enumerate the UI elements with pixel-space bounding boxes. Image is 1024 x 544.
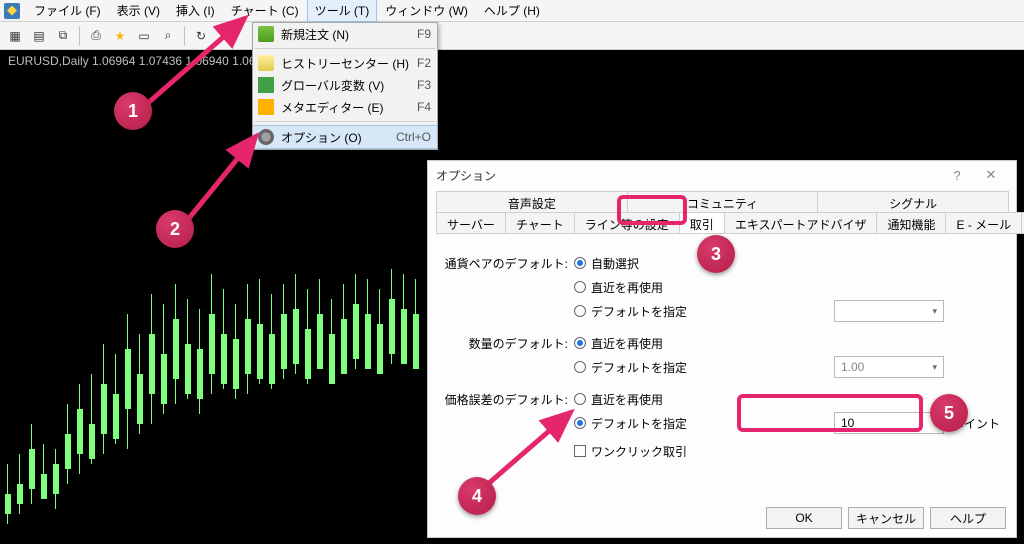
dialog-buttons: OK キャンセル ヘルプ: [766, 507, 1006, 529]
menu-item-label: オプション (O): [281, 129, 362, 146]
tools-menu-dropdown: 新規注文 (N) F9 ヒストリーセンター (H) F2 グローバル変数 (V) F3 メタ…: [252, 22, 438, 150]
tab-音声設定[interactable]: 音声設定: [436, 191, 628, 213]
menu-item-v[interactable]: グローバル変数 (V) F3: [253, 74, 437, 96]
volume-combo[interactable]: 1.00▾: [834, 356, 944, 378]
ok-button[interactable]: OK: [766, 507, 842, 529]
menu-help[interactable]: ヘルプ (H): [476, 0, 548, 22]
radio-label: 自動選択: [591, 255, 639, 272]
annotation-arrow-4: [476, 400, 596, 500]
symbol-combo[interactable]: ▾: [834, 300, 944, 322]
annotation-badge-5: 5: [930, 394, 968, 432]
volume-default-group: 数量のデフォルト: 直近を再使用 デフォルトを指定 1.00▾: [444, 332, 1000, 378]
toolbar-star-icon[interactable]: ★: [109, 25, 131, 47]
separator: [79, 26, 80, 46]
menu-shortcut: F4: [417, 100, 431, 114]
menu-item-label: メタエディター (E): [281, 99, 384, 116]
radio-reuse-recent[interactable]: [574, 337, 586, 349]
tab-取引[interactable]: 取引: [679, 212, 725, 234]
radio-label: デフォルトを指定: [591, 303, 687, 320]
deviation-combo[interactable]: 10▾: [834, 412, 944, 434]
toolbar-save-icon[interactable]: ⧉: [52, 25, 74, 47]
radio-specify-default[interactable]: [574, 361, 586, 373]
tab-ライン等の設定[interactable]: ライン等の設定: [574, 212, 680, 234]
radio-label: 直近を再使用: [591, 391, 663, 408]
annotation-badge-1: 1: [114, 92, 152, 130]
menu-shortcut: Ctrl+O: [396, 130, 431, 144]
tab-エキスパートアドバイザ[interactable]: エキスパートアドバイザ: [724, 212, 878, 234]
symbol-default-label: 通貨ペアのデフォルト:: [444, 255, 574, 272]
menu-shortcut: F3: [417, 78, 431, 92]
tab-サーバー[interactable]: サーバー: [436, 212, 506, 234]
dialog-title: オプション: [436, 167, 496, 184]
menu-item-o[interactable]: オプション (O) Ctrl+O: [253, 125, 437, 149]
tab-E - メール[interactable]: E - メール: [945, 212, 1022, 234]
menu-item-label: グローバル変数 (V): [281, 77, 384, 94]
tabs-row-1: 音声設定コミュニティシグナル: [436, 191, 1008, 213]
app-icon: [4, 3, 20, 19]
tab-コミュニティ[interactable]: コミュニティ: [627, 191, 819, 213]
menu-item-label: ヒストリーセンター (H): [281, 55, 409, 72]
annotation-arrow-1: [130, 10, 270, 120]
menu-separator: [255, 121, 435, 122]
volume-default-label: 数量のデフォルト:: [444, 335, 574, 352]
radio-specify-default[interactable]: [574, 305, 586, 317]
menu-separator: [255, 48, 435, 49]
radio-reuse-recent[interactable]: [574, 281, 586, 293]
tab-シグナル[interactable]: シグナル: [817, 191, 1009, 213]
menu-item-h[interactable]: ヒストリーセンター (H) F2: [253, 52, 437, 74]
tabs-row-2: サーバーチャートライン等の設定取引エキスパートアドバイザ通知機能E - メールF…: [436, 212, 1008, 234]
menu-item-e[interactable]: メタエディター (E) F4: [253, 96, 437, 118]
menu-tools[interactable]: ツール (T): [307, 0, 378, 22]
menu-window[interactable]: ウィンドウ (W): [377, 0, 476, 22]
close-icon[interactable]: ✕: [974, 165, 1008, 185]
radio-label: デフォルトを指定: [591, 415, 687, 432]
annotation-badge-4: 4: [458, 477, 496, 515]
help-button[interactable]: ヘルプ: [930, 507, 1006, 529]
tab-通知機能[interactable]: 通知機能: [876, 212, 946, 234]
toolbar-new-icon[interactable]: ▦: [4, 25, 26, 47]
menu-file[interactable]: ファイル (F): [26, 0, 109, 22]
annotation-badge-3: 3: [697, 235, 735, 273]
menu-item-n[interactable]: 新規注文 (N) F9: [253, 23, 437, 45]
toolbar-open-icon[interactable]: ▤: [28, 25, 50, 47]
candlestick-chart: [0, 244, 430, 544]
help-button-icon[interactable]: ?: [940, 165, 974, 185]
oneclick-label: ワンクリック取引: [591, 443, 687, 460]
radio-label: 直近を再使用: [591, 335, 663, 352]
menu-shortcut: F9: [417, 27, 431, 41]
annotation-badge-2: 2: [156, 210, 194, 248]
radio-label: 直近を再使用: [591, 279, 663, 296]
radio-auto-select[interactable]: [574, 257, 586, 269]
menu-item-label: 新規注文 (N): [281, 26, 349, 43]
dialog-titlebar: オプション ? ✕: [428, 161, 1016, 189]
radio-label: デフォルトを指定: [591, 359, 687, 376]
toolbar-print-icon[interactable]: ⎙: [85, 25, 107, 47]
menu-shortcut: F2: [417, 56, 431, 70]
cancel-button[interactable]: キャンセル: [848, 507, 924, 529]
tab-チャート[interactable]: チャート: [505, 212, 575, 234]
